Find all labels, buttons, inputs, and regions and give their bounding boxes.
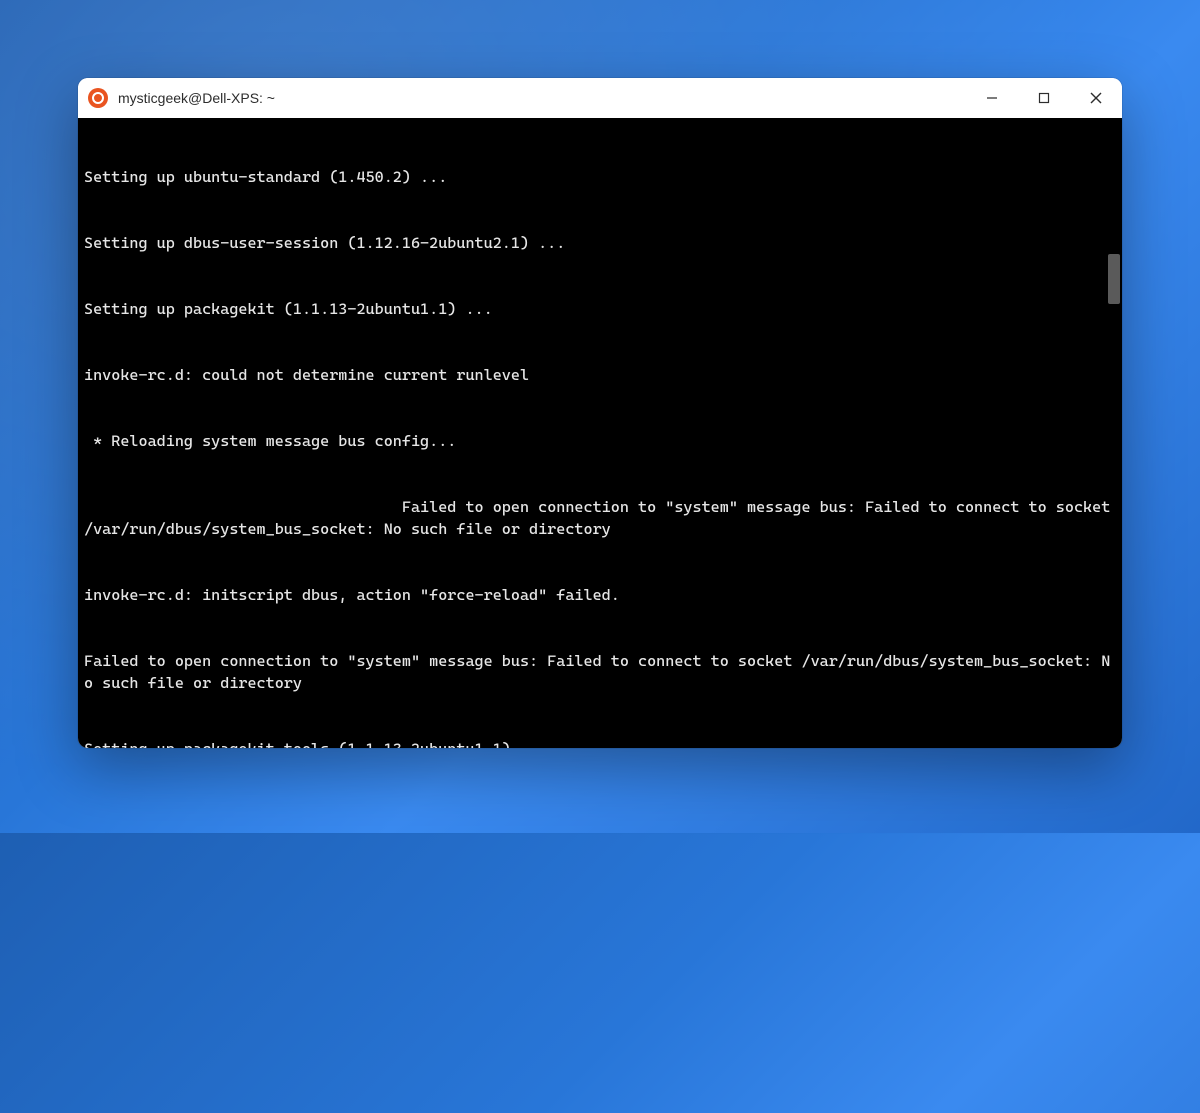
terminal-line: Failed to open connection to "system" me… [84,650,1116,694]
window-titlebar[interactable]: mysticgeek@Dell-XPS: ~ [78,78,1122,118]
terminal-line: Setting up packagekit-tools (1.1.13-2ubu… [84,738,1116,748]
terminal-line: * Reloading system message bus config... [84,430,1116,452]
maximize-button[interactable] [1018,78,1070,118]
terminal-line: Setting up packagekit (1.1.13-2ubuntu1.1… [84,298,1116,320]
terminal-window: mysticgeek@Dell-XPS: ~ Setting up ubuntu… [78,78,1122,748]
scrollbar-track[interactable] [1106,118,1120,748]
terminal-body[interactable]: Setting up ubuntu-standard (1.450.2) ...… [78,118,1122,748]
close-button[interactable] [1070,78,1122,118]
scrollbar-thumb[interactable] [1108,254,1120,304]
terminal-line: invoke-rc.d: initscript dbus, action "fo… [84,584,1116,606]
terminal-output: Setting up ubuntu-standard (1.450.2) ...… [84,122,1116,748]
terminal-line: Setting up dbus-user-session (1.12.16-2u… [84,232,1116,254]
window-title: mysticgeek@Dell-XPS: ~ [118,90,966,106]
window-controls [966,78,1122,118]
terminal-line: Failed to open connection to "system" me… [84,496,1116,540]
terminal-line: invoke-rc.d: could not determine current… [84,364,1116,386]
ubuntu-icon [88,88,108,108]
minimize-button[interactable] [966,78,1018,118]
terminal-line: Setting up ubuntu-standard (1.450.2) ... [84,166,1116,188]
